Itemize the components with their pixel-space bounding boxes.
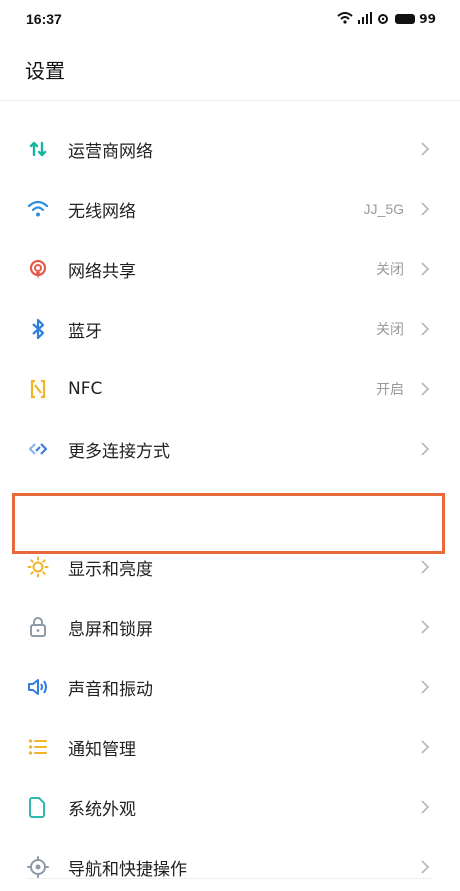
chevron-right-icon — [418, 740, 432, 754]
settings-row-sound-vibration[interactable]: 声音和振动 — [0, 657, 460, 717]
row-value: 关闭 — [376, 261, 404, 277]
chevron-right-icon — [418, 262, 432, 276]
settings-row-more-connections[interactable]: 更多连接方式 — [0, 419, 460, 479]
row-value: JJ_5G — [363, 201, 404, 217]
device-group: 显示和亮度 息屏和锁屏 声音和振动 通知管理 系统外观 导航和快捷操作 — [0, 537, 460, 891]
chevron-right-icon — [418, 560, 432, 574]
row-value: 开启 — [376, 381, 404, 397]
sound-icon — [26, 675, 50, 699]
signal-icon — [357, 11, 373, 27]
row-label: 通知管理 — [68, 739, 136, 760]
row-label: 蓝牙 — [68, 321, 102, 342]
chevron-right-icon — [418, 322, 432, 336]
battery-icon — [395, 14, 416, 24]
settings-row-system-appearance[interactable]: 系统外观 — [0, 777, 460, 837]
settings-row-display-brightness[interactable]: 显示和亮度 — [0, 537, 460, 597]
settings-row-nfc[interactable]: NFC 开启 — [0, 359, 460, 419]
navigation-icon — [26, 855, 50, 879]
settings-row-navigation-shortcuts[interactable]: 导航和快捷操作 — [0, 837, 460, 891]
row-label: 无线网络 — [68, 201, 136, 222]
chevron-right-icon — [418, 382, 432, 396]
wifi-icon — [26, 197, 50, 221]
chevron-right-icon — [418, 202, 432, 216]
nfc-icon — [26, 377, 50, 401]
settings-row-notifications[interactable]: 通知管理 — [0, 717, 460, 777]
row-label: 运营商网络 — [68, 141, 153, 162]
row-label: 系统外观 — [68, 799, 136, 820]
row-label: NFC — [68, 379, 103, 399]
settings-row-screen-lock[interactable]: 息屏和锁屏 — [0, 597, 460, 657]
link-icon — [26, 437, 50, 461]
status-icons: 99 — [337, 11, 436, 27]
row-value: 关闭 — [376, 321, 404, 337]
settings-row-hotspot[interactable]: 网络共享 关闭 — [0, 239, 460, 299]
row-label: 显示和亮度 — [68, 559, 153, 580]
settings-row-mobile-network[interactable]: 运营商网络 — [0, 119, 460, 179]
bluetooth-icon — [26, 317, 50, 341]
row-label: 息屏和锁屏 — [68, 619, 153, 640]
header: 设置 — [0, 38, 460, 100]
chevron-right-icon — [418, 620, 432, 634]
chevron-right-icon — [418, 860, 432, 874]
header-divider — [0, 100, 460, 101]
chevron-right-icon — [418, 142, 432, 156]
theme-icon — [26, 795, 50, 819]
chevron-right-icon — [418, 442, 432, 456]
mobile-data-icon — [26, 137, 50, 161]
hotspot-icon — [26, 257, 50, 281]
bottom-divider — [26, 878, 432, 879]
page-title: 设置 — [25, 58, 65, 83]
connectivity-group: 运营商网络 无线网络 JJ_5G 网络共享 关闭 蓝牙 关闭 NFC 开启 更多… — [0, 119, 460, 479]
brightness-icon — [26, 555, 50, 579]
status-bar: 16:37 99 — [0, 0, 460, 38]
row-label: 网络共享 — [68, 261, 136, 282]
notification-list-icon — [26, 735, 50, 759]
chevron-right-icon — [418, 800, 432, 814]
row-label: 更多连接方式 — [68, 441, 170, 462]
battery-level: 99 — [419, 12, 436, 26]
chevron-right-icon — [418, 680, 432, 694]
row-label: 声音和振动 — [68, 679, 153, 700]
settings-row-bluetooth[interactable]: 蓝牙 关闭 — [0, 299, 460, 359]
status-time: 16:37 — [26, 11, 62, 27]
hotspot-icon — [377, 12, 389, 27]
wifi-icon — [337, 11, 353, 27]
row-label: 导航和快捷操作 — [68, 859, 187, 880]
lock-icon — [26, 615, 50, 639]
settings-row-wifi[interactable]: 无线网络 JJ_5G — [0, 179, 460, 239]
